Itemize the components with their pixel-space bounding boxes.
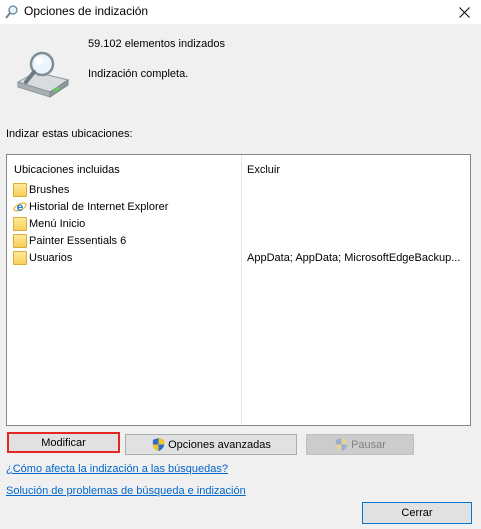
title-bar: Opciones de indización [0,0,481,24]
location-name: Usuarios [29,252,73,264]
location-name: Menú Inicio [29,218,86,230]
indexing-status: Indización completa. [88,68,189,80]
locations-table[interactable]: Ubicaciones incluidas Excluir Brushes e … [6,154,471,426]
window-title: Opciones de indización [24,4,149,18]
uac-shield-icon [335,437,348,452]
location-exclude: AppData; AppData; MicrosoftEdgeBackup... [247,252,461,264]
folder-icon [13,183,27,197]
pause-button[interactable]: Pausar [306,434,414,455]
uac-shield-icon [153,437,165,452]
svg-text:e: e [17,200,24,214]
troubleshoot-link[interactable]: Solución de problemas de búsqueda e indi… [6,485,246,497]
table-row[interactable]: Painter Essentials 6 [13,233,468,250]
advanced-options-label: Opciones avanzadas [168,438,271,451]
indexing-options-icon [5,5,18,19]
location-name: Painter Essentials 6 [29,235,127,247]
table-row[interactable]: e Historial de Internet Explorer [13,199,468,216]
table-row[interactable]: Brushes [13,182,468,199]
table-row[interactable]: Usuarios AppData; AppData; MicrosoftEdge… [13,250,468,267]
column-header-included[interactable]: Ubicaciones incluidas [14,164,120,176]
column-header-exclude[interactable]: Excluir [247,164,280,176]
modify-button[interactable]: Modificar [7,432,120,453]
folder-icon [13,234,27,248]
close-button[interactable] [447,0,481,24]
close-icon [458,6,470,18]
advanced-options-button[interactable]: Opciones avanzadas [125,434,297,455]
pause-label: Pausar [351,438,386,451]
close-dialog-button[interactable]: Cerrar [362,502,472,524]
locations-label: Indizar estas ubicaciones: [6,128,133,140]
location-name: Historial de Internet Explorer [29,201,169,213]
indexing-drive-magnifier-icon [16,51,70,98]
folder-icon [13,217,27,231]
indexing-help-link[interactable]: ¿Cómo afecta la indización a las búsqued… [6,463,228,475]
indexed-count: 59.102 elementos indizados [88,38,225,50]
folder-icon [13,251,27,265]
table-row[interactable]: Menú Inicio [13,216,468,233]
location-name: Brushes [29,184,70,196]
internet-explorer-icon: e [13,200,27,214]
